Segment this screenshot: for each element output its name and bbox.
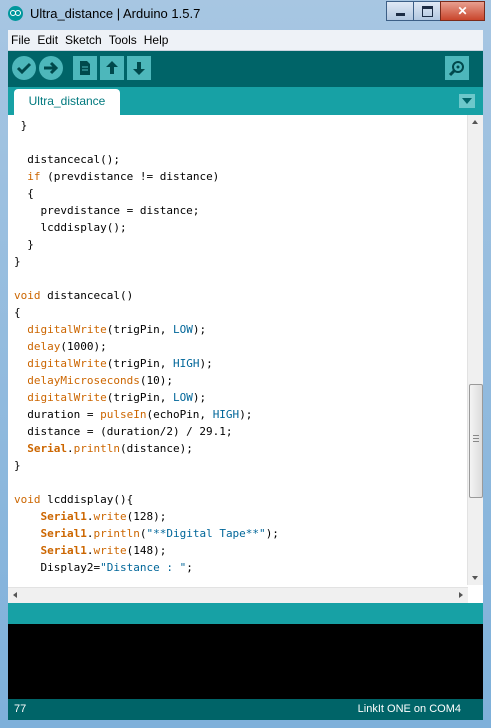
close-icon: ✕ bbox=[457, 4, 468, 18]
code-line[interactable]: Serial1.println("**Digital Tape**"); bbox=[14, 525, 464, 542]
tab-ultra-distance[interactable]: Ultra_distance bbox=[14, 89, 120, 115]
toolbar bbox=[8, 51, 483, 87]
code-line[interactable]: if (prevdistance != distance) bbox=[14, 168, 464, 185]
close-button[interactable]: ✕ bbox=[440, 1, 485, 21]
code-line[interactable]: prevdistance = distance; bbox=[14, 202, 464, 219]
code-line[interactable]: void distancecal() bbox=[14, 287, 464, 304]
code-line[interactable]: delayMicroseconds(10); bbox=[14, 372, 464, 389]
status-footer: 77 LinkIt ONE on COM4 bbox=[8, 699, 483, 720]
code-line[interactable]: { bbox=[14, 185, 464, 202]
serial-monitor-icon bbox=[448, 61, 464, 77]
code-line[interactable]: void lcddisplay(){ bbox=[14, 491, 464, 508]
scroll-left-arrow-icon[interactable] bbox=[13, 592, 17, 598]
scroll-right-arrow-icon[interactable] bbox=[459, 592, 463, 598]
menu-bar: File Edit Sketch Tools Help bbox=[8, 30, 483, 51]
verify-icon bbox=[16, 62, 32, 75]
new-icon bbox=[80, 61, 90, 75]
tab-bar: Ultra_distance bbox=[8, 87, 483, 115]
code-line[interactable]: Serial1.write(148); bbox=[14, 542, 464, 559]
title-bar[interactable]: Ultra_distance | Arduino 1.5.7 ✕ bbox=[0, 0, 491, 27]
code-line[interactable]: digitalWrite(trigPin, LOW); bbox=[14, 389, 464, 406]
horizontal-scrollbar[interactable] bbox=[8, 587, 468, 603]
upload-icon bbox=[44, 61, 59, 75]
save-icon bbox=[133, 62, 145, 75]
code-line[interactable] bbox=[14, 270, 464, 287]
verify-button[interactable] bbox=[12, 56, 36, 80]
code-line[interactable]: { bbox=[14, 304, 464, 321]
code-line[interactable]: Display2="Distance : "; bbox=[14, 559, 464, 576]
code-line[interactable] bbox=[14, 474, 464, 491]
board-port-info: LinkIt ONE on COM4 bbox=[357, 703, 461, 715]
new-button[interactable] bbox=[73, 56, 97, 80]
ide-client-area: File Edit Sketch Tools Help Ultra_distan… bbox=[8, 30, 483, 720]
console-output[interactable] bbox=[8, 624, 483, 699]
code-text[interactable]: } distancecal(); if (prevdistance != dis… bbox=[14, 117, 464, 585]
code-line[interactable]: digitalWrite(trigPin, LOW); bbox=[14, 321, 464, 338]
arduino-logo-icon bbox=[8, 6, 23, 21]
code-line[interactable]: } bbox=[14, 457, 464, 474]
code-line[interactable]: distancecal(); bbox=[14, 151, 464, 168]
menu-help[interactable]: Help bbox=[141, 30, 173, 47]
menu-edit[interactable]: Edit bbox=[34, 30, 62, 47]
window-controls: ✕ bbox=[386, 1, 485, 21]
line-number: 77 bbox=[14, 703, 27, 715]
code-line[interactable]: } bbox=[14, 236, 464, 253]
code-line[interactable]: Serial.println(distance); bbox=[14, 440, 464, 457]
maximize-icon bbox=[421, 5, 433, 17]
vertical-scrollbar[interactable] bbox=[467, 115, 483, 585]
open-button[interactable] bbox=[100, 56, 124, 80]
tab-menu-dropdown-icon[interactable] bbox=[459, 94, 475, 108]
code-line[interactable] bbox=[14, 134, 464, 151]
code-line[interactable]: delay(1000); bbox=[14, 338, 464, 355]
code-line[interactable]: distance = (duration/2) / 29.1; bbox=[14, 423, 464, 440]
scroll-up-arrow-icon[interactable] bbox=[472, 120, 478, 124]
scroll-down-arrow-icon[interactable] bbox=[472, 576, 478, 580]
maximize-button[interactable] bbox=[413, 1, 441, 21]
code-line[interactable]: } bbox=[14, 253, 464, 270]
minimize-icon bbox=[395, 13, 405, 16]
open-icon bbox=[106, 61, 118, 74]
menu-sketch[interactable]: Sketch bbox=[62, 30, 106, 47]
vertical-scroll-thumb[interactable] bbox=[469, 384, 483, 498]
code-line[interactable]: duration = pulseIn(echoPin, HIGH); bbox=[14, 406, 464, 423]
code-line[interactable]: lcddisplay(); bbox=[14, 219, 464, 236]
upload-button[interactable] bbox=[39, 56, 63, 80]
message-area bbox=[8, 603, 483, 623]
code-line[interactable]: } bbox=[14, 117, 464, 134]
code-line[interactable]: Serial1.write(128); bbox=[14, 508, 464, 525]
code-editor[interactable]: } distancecal(); if (prevdistance != dis… bbox=[8, 115, 483, 603]
app-window: Ultra_distance | Arduino 1.5.7 ✕ File Edi… bbox=[0, 0, 491, 728]
code-line[interactable]: digitalWrite(trigPin, HIGH); bbox=[14, 355, 464, 372]
menu-tools[interactable]: Tools bbox=[106, 30, 141, 47]
menu-file[interactable]: File bbox=[8, 30, 34, 47]
minimize-button[interactable] bbox=[386, 1, 414, 21]
save-button[interactable] bbox=[127, 56, 151, 80]
window-title: Ultra_distance | Arduino 1.5.7 bbox=[30, 6, 201, 21]
serial-monitor-button[interactable] bbox=[445, 56, 469, 80]
